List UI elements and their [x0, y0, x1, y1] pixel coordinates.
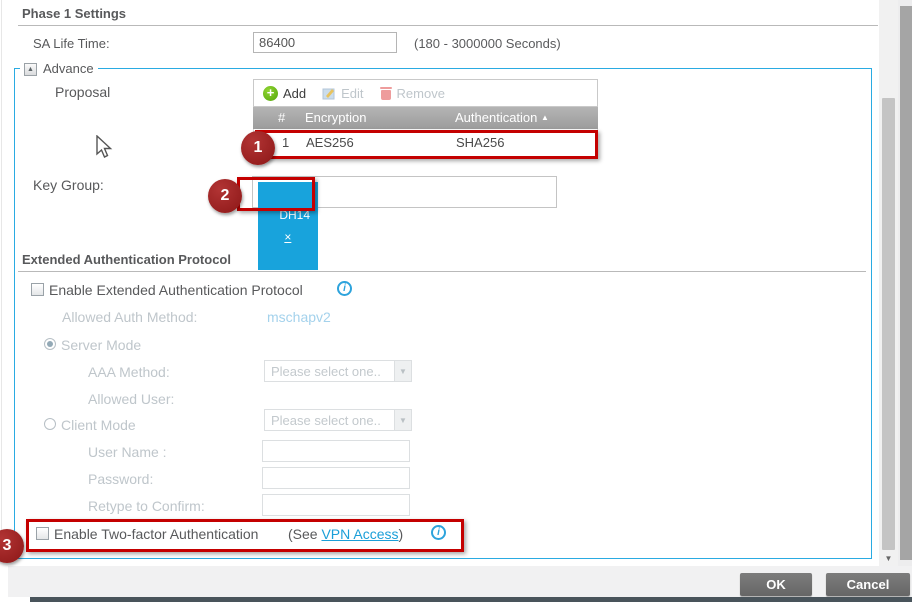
key-group-label: Key Group: [33, 177, 104, 193]
column-header-authentication[interactable]: Authentication ▲ [455, 110, 549, 126]
eap-divider [18, 271, 866, 272]
edit-pencil-icon [322, 86, 336, 100]
user-name-input[interactable] [262, 440, 410, 462]
password-label: Password: [88, 471, 153, 487]
sa-life-time-hint: (180 - 3000000 Seconds) [414, 36, 561, 52]
retype-confirm-label: Retype to Confirm: [88, 498, 205, 514]
server-mode-label: Server Mode [61, 337, 141, 353]
remove-button[interactable]: Remove [380, 86, 445, 101]
edit-button-label: Edit [341, 86, 363, 101]
section-divider [18, 25, 878, 26]
sort-ascending-icon: ▲ [541, 113, 549, 122]
retype-confirm-input[interactable] [262, 494, 410, 516]
enable-eap-checkbox[interactable] [31, 283, 44, 296]
trash-icon [380, 86, 392, 100]
aaa-method-value: Please select one.. [271, 364, 381, 379]
mouse-cursor [96, 135, 114, 159]
scrollbar-down-arrow-icon[interactable]: ▼ [879, 552, 898, 565]
callout-1: 1 [241, 131, 275, 165]
chip-remove-icon[interactable]: × [284, 230, 291, 244]
ok-button[interactable]: OK [740, 573, 812, 596]
dialog-left-edge [1, 0, 2, 560]
collapse-arrow-icon[interactable]: ▲ [24, 63, 37, 76]
password-input[interactable] [262, 467, 410, 489]
enable-eap-label: Enable Extended Authentication Protocol [49, 282, 303, 298]
window-bottom-edge [30, 597, 912, 602]
aaa-method-select[interactable]: Please select one.. ▼ [264, 360, 412, 382]
section-title-phase1: Phase 1 Settings [22, 6, 126, 22]
allowed-user-select[interactable]: Please select one.. ▼ [264, 409, 412, 431]
annotation-box-2 [237, 177, 315, 211]
chevron-down-icon: ▼ [394, 410, 411, 430]
eap-info-icon[interactable]: i [337, 281, 352, 296]
sa-life-time-input[interactable] [253, 32, 397, 53]
proposal-toolbar: + Add Edit Remove [253, 79, 598, 107]
annotation-box-3 [26, 519, 464, 552]
chevron-down-icon: ▼ [394, 361, 411, 381]
allowed-user-label: Allowed User: [88, 391, 174, 407]
column-header-num[interactable]: # [278, 110, 285, 126]
allowed-user-value: Please select one.. [271, 413, 381, 428]
advance-header[interactable]: ▲ Advance [20, 61, 98, 77]
allowed-auth-method-value: mschapv2 [267, 309, 331, 325]
column-header-encryption[interactable]: Encryption [305, 110, 366, 126]
aaa-method-label: AAA Method: [88, 364, 170, 380]
section-title-eap: Extended Authentication Protocol [22, 252, 231, 268]
remove-button-label: Remove [397, 86, 445, 101]
client-mode-radio[interactable] [44, 418, 56, 430]
edit-button[interactable]: Edit [322, 86, 363, 101]
annotation-box-1 [255, 130, 598, 159]
scrollbar-thumb[interactable] [882, 98, 895, 550]
add-button[interactable]: + Add [263, 86, 306, 101]
add-plus-icon: + [263, 86, 278, 101]
server-mode-radio[interactable] [44, 338, 56, 350]
user-name-label: User Name : [88, 444, 167, 460]
proposal-table-header: # Encryption Authentication ▲ [253, 107, 598, 129]
sa-life-time-label: SA Life Time: [33, 36, 110, 52]
phase1-settings-dialog: { "colors": { "accent_cyan": "#2aabe2", … [0, 0, 912, 602]
proposal-label: Proposal [55, 84, 110, 100]
cancel-button[interactable]: Cancel [826, 573, 910, 596]
client-mode-label: Client Mode [61, 417, 136, 433]
callout-2: 2 [208, 179, 242, 213]
allowed-auth-method-label: Allowed Auth Method: [62, 309, 197, 325]
advance-label[interactable]: Advance [43, 61, 94, 77]
window-scrollbar-thumb[interactable] [900, 6, 912, 560]
add-button-label: Add [283, 86, 306, 101]
